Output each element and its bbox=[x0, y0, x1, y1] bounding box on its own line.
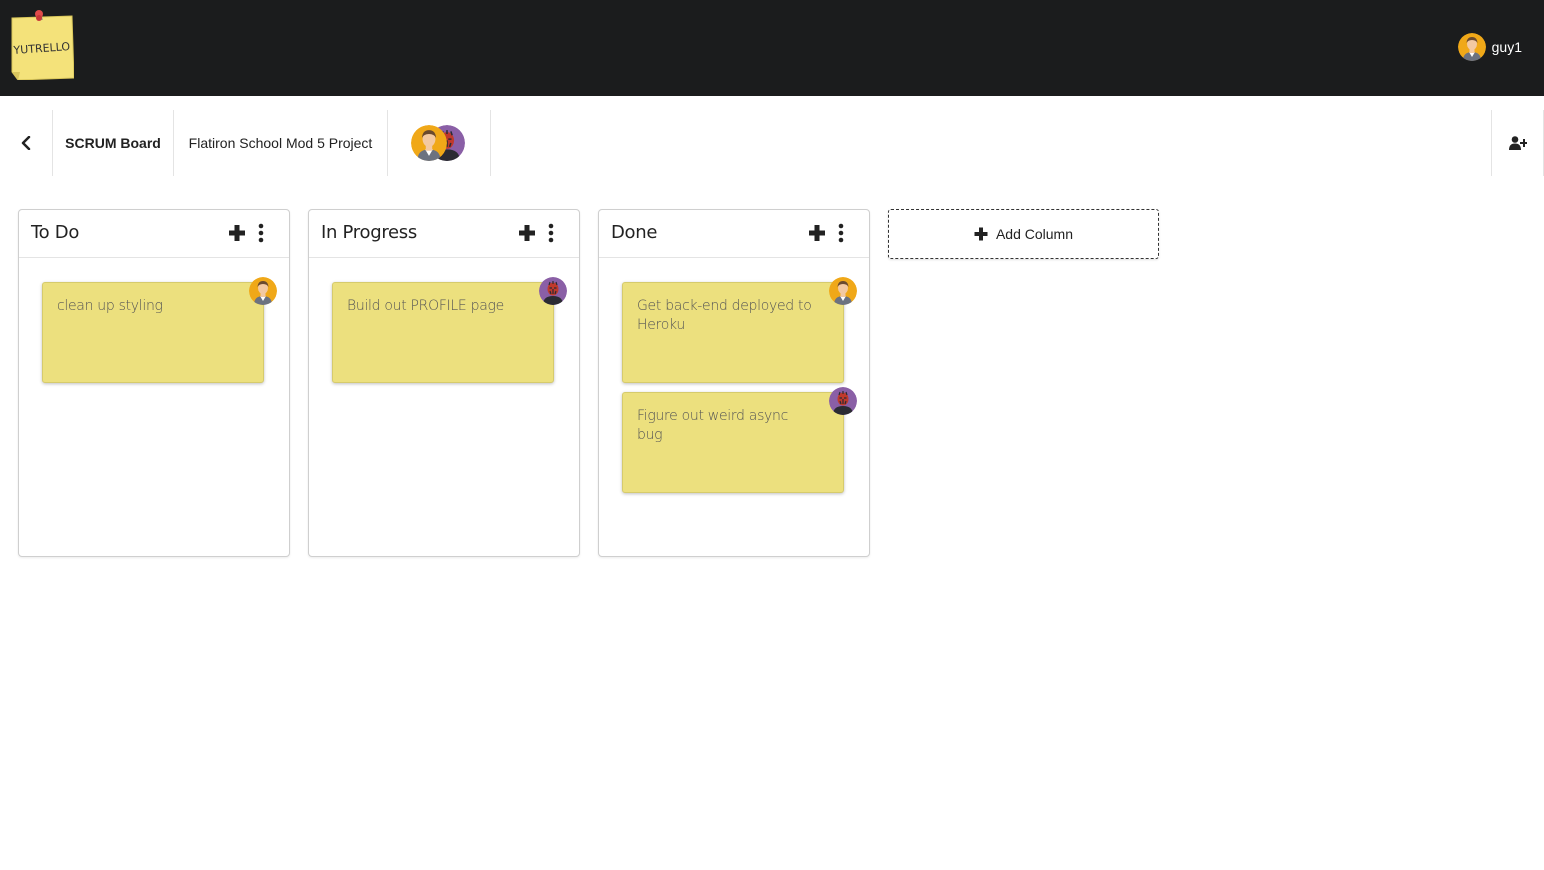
card[interactable]: clean up styling bbox=[42, 277, 277, 383]
chevron-left-icon bbox=[21, 136, 31, 150]
board-members[interactable] bbox=[388, 110, 491, 176]
plus-icon bbox=[974, 227, 988, 241]
card-text: Get back-end deployed to Heroku bbox=[637, 298, 812, 333]
add-column-button[interactable]: Add Column bbox=[888, 209, 1159, 259]
column-title: To Do bbox=[31, 222, 80, 243]
add-column-label: Add Column bbox=[995, 226, 1074, 242]
card-text: Figure out weird async bug bbox=[637, 408, 789, 443]
board-title: SCRUM Board bbox=[53, 110, 174, 176]
card-assignee-avatar-darth bbox=[539, 277, 567, 305]
member-avatar-guy1[interactable] bbox=[411, 125, 447, 161]
card[interactable]: Build out PROFILE page bbox=[332, 277, 567, 383]
card[interactable]: Get back-end deployed to Heroku bbox=[622, 277, 857, 383]
column-to-do: To Do clean up styling bbox=[18, 209, 290, 557]
column-menu-ellipsis-icon[interactable] bbox=[834, 223, 848, 243]
add-card-plus-icon[interactable] bbox=[807, 223, 827, 243]
column-menu-ellipsis-icon[interactable] bbox=[254, 223, 268, 243]
column-done: Done Get back-end deployed to Heroku Fig… bbox=[598, 209, 870, 557]
card-assignee-avatar-darth bbox=[829, 387, 857, 415]
user-menu[interactable]: guy1 bbox=[1457, 32, 1522, 62]
user-avatar bbox=[1457, 33, 1486, 61]
card-assignee-avatar-guy1 bbox=[249, 277, 277, 305]
invite-member-button[interactable] bbox=[1491, 110, 1544, 176]
card-text: Build out PROFILE page bbox=[347, 298, 504, 314]
column-title: In Progress bbox=[321, 222, 417, 243]
add-card-plus-icon[interactable] bbox=[227, 223, 247, 243]
column-menu-ellipsis-icon[interactable] bbox=[544, 223, 558, 243]
card-assignee-avatar-guy1 bbox=[829, 277, 857, 305]
column-in-progress: In Progress Build out PROFILE page bbox=[308, 209, 580, 557]
board-header: SCRUM Board Flatiron School Mod 5 Projec… bbox=[0, 110, 1544, 176]
top-navbar: YUTRELLO guy1 bbox=[0, 0, 1544, 96]
card[interactable]: Figure out weird async bug bbox=[622, 387, 857, 493]
add-card-plus-icon[interactable] bbox=[517, 223, 537, 243]
column-header: In Progress bbox=[309, 210, 579, 258]
username: guy1 bbox=[1491, 39, 1522, 55]
column-title: Done bbox=[611, 222, 658, 243]
yutrello-logo[interactable]: YUTRELLO bbox=[10, 10, 75, 81]
back-button[interactable] bbox=[0, 110, 53, 176]
card-text: clean up styling bbox=[57, 298, 163, 314]
column-header: To Do bbox=[19, 210, 289, 258]
user-plus-icon bbox=[1508, 136, 1527, 150]
board-description: Flatiron School Mod 5 Project bbox=[174, 110, 388, 176]
column-header: Done bbox=[599, 210, 869, 258]
